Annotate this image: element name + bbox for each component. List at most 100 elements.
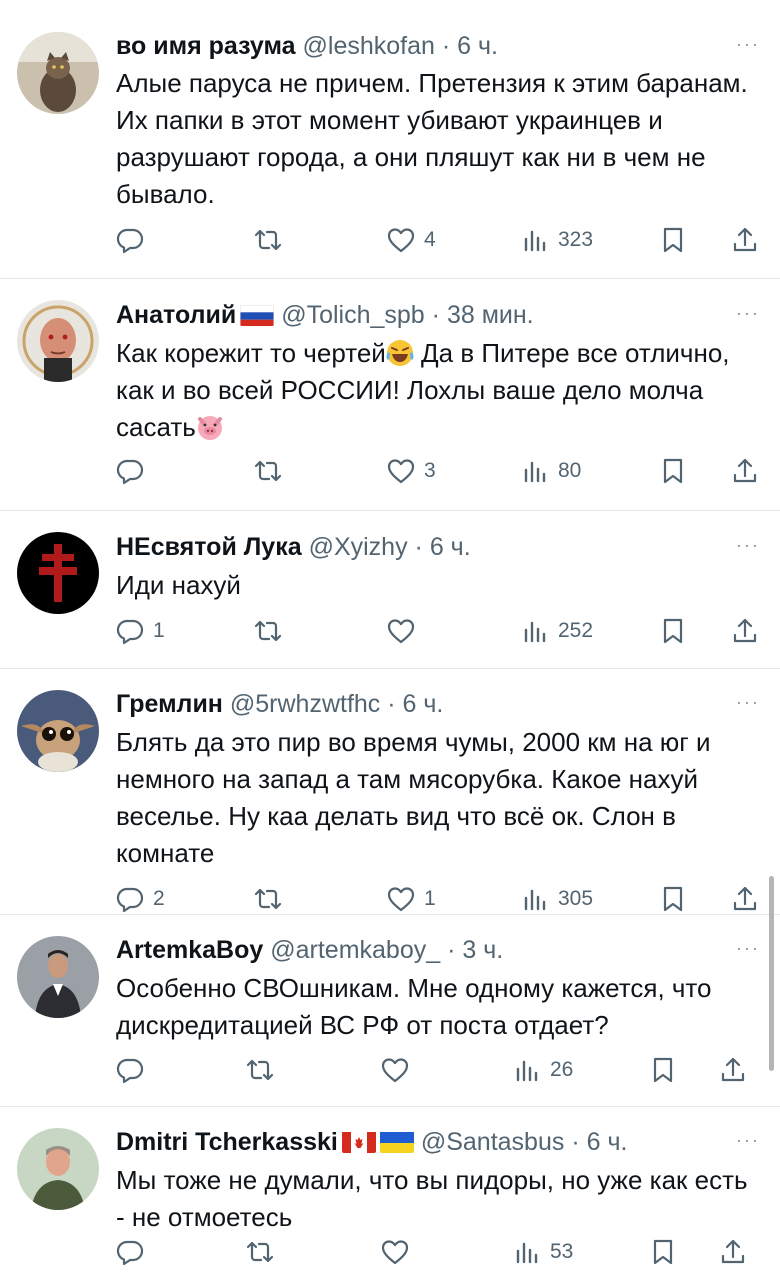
like-count: 3 bbox=[424, 459, 436, 482]
reply-icon bbox=[115, 616, 145, 646]
reply-button[interactable] bbox=[115, 1232, 153, 1272]
like-button[interactable] bbox=[386, 611, 424, 651]
russia-flag-icon bbox=[240, 304, 275, 326]
more-icon[interactable]: ··· bbox=[736, 692, 760, 713]
tweet[interactable]: Гремлин @5rwhzwtfhc · 6 ч. ··· Блять да … bbox=[0, 669, 780, 914]
like-icon bbox=[386, 225, 416, 255]
retweet-button[interactable] bbox=[245, 1232, 283, 1272]
handle[interactable]: @artemkaboy_ bbox=[270, 936, 440, 964]
timestamp[interactable]: 6 ч. bbox=[430, 533, 471, 561]
share-button[interactable] bbox=[718, 1232, 748, 1272]
handle[interactable]: @Tolich_spb bbox=[281, 301, 425, 329]
views-icon bbox=[520, 616, 550, 646]
retweet-icon bbox=[245, 1055, 275, 1085]
views-button[interactable]: 323 bbox=[520, 220, 593, 260]
share-button[interactable] bbox=[730, 611, 760, 651]
reply-button[interactable]: 1 bbox=[115, 611, 165, 651]
reply-button[interactable]: 2 bbox=[115, 879, 165, 919]
scrollbar[interactable] bbox=[769, 876, 774, 1071]
views-button[interactable]: 252 bbox=[520, 611, 593, 651]
avatar[interactable] bbox=[17, 690, 99, 772]
retweet-button[interactable] bbox=[253, 879, 291, 919]
like-button[interactable]: 3 bbox=[386, 451, 436, 491]
bookmark-button[interactable] bbox=[648, 1232, 678, 1272]
views-button[interactable]: 305 bbox=[520, 879, 593, 919]
share-button[interactable] bbox=[730, 879, 760, 919]
retweet-button[interactable] bbox=[253, 451, 291, 491]
reply-icon bbox=[115, 456, 145, 486]
tweet[interactable]: ArtemkaBoy @artemkaboy_ · 3 ч. ··· Особе… bbox=[0, 915, 780, 1106]
display-name[interactable]: ArtemkaBoy bbox=[116, 936, 263, 964]
bookmark-button[interactable] bbox=[658, 879, 688, 919]
tweet-text: Как корежит то чертей Да в Питере все от… bbox=[116, 335, 756, 446]
like-count: 1 bbox=[424, 887, 436, 910]
avatar[interactable] bbox=[17, 32, 99, 114]
retweet-button[interactable] bbox=[253, 220, 291, 260]
bookmark-button[interactable] bbox=[658, 220, 688, 260]
display-name[interactable]: Гремлин bbox=[116, 690, 223, 718]
tweet[interactable]: Анатолий @Tolich_spb · 38 мин. ··· Как к… bbox=[0, 279, 780, 510]
retweet-icon bbox=[253, 456, 283, 486]
bookmark-button[interactable] bbox=[648, 1050, 678, 1090]
avatar[interactable] bbox=[17, 300, 99, 382]
tweet-text: Иди нахуй bbox=[116, 570, 241, 600]
tweet[interactable]: НЕсвятой Лука @Xyizhy · 6 ч. ··· Иди нах… bbox=[0, 511, 780, 668]
reply-button[interactable] bbox=[115, 451, 153, 491]
views-button[interactable]: 80 bbox=[520, 451, 581, 491]
view-count: 305 bbox=[558, 887, 594, 910]
more-icon[interactable]: ··· bbox=[736, 34, 760, 55]
retweet-button[interactable] bbox=[245, 1050, 283, 1090]
timestamp[interactable]: 38 мин. bbox=[447, 301, 534, 329]
avatar[interactable] bbox=[17, 532, 99, 614]
more-icon[interactable]: ··· bbox=[736, 535, 760, 556]
avatar[interactable] bbox=[17, 936, 99, 1018]
handle[interactable]: @leshkofan bbox=[303, 32, 435, 60]
share-icon bbox=[730, 884, 760, 914]
share-button[interactable] bbox=[730, 220, 760, 260]
tweet-text-part1: Как корежит то чертей bbox=[116, 338, 386, 368]
bookmark-icon bbox=[648, 1237, 678, 1267]
like-button[interactable]: 1 bbox=[386, 879, 436, 919]
views-button[interactable]: 26 bbox=[512, 1050, 573, 1090]
like-button[interactable] bbox=[380, 1232, 418, 1272]
timestamp[interactable]: 6 ч. bbox=[457, 32, 498, 60]
handle[interactable]: @5rwhzwtfhc bbox=[230, 690, 380, 718]
like-button[interactable]: 4 bbox=[386, 220, 436, 260]
bookmark-button[interactable] bbox=[658, 451, 688, 491]
red-cross-avatar-icon bbox=[17, 532, 99, 614]
tweet[interactable]: Dmitri Tcherkasski @Santasbus · 6 ч. ···… bbox=[0, 1107, 780, 1280]
like-icon bbox=[380, 1237, 410, 1267]
tweet[interactable]: во имя разума @leshkofan · 6 ч. ··· Алые… bbox=[0, 0, 780, 278]
meta-separator: · bbox=[447, 936, 456, 964]
handle[interactable]: @Xyizhy bbox=[309, 533, 408, 561]
display-name[interactable]: во имя разума bbox=[116, 32, 296, 60]
share-icon bbox=[730, 456, 760, 486]
share-icon bbox=[730, 225, 760, 255]
display-name[interactable]: Анатолий bbox=[116, 301, 236, 329]
display-name[interactable]: Dmitri Tcherkasski bbox=[116, 1128, 338, 1156]
like-icon bbox=[380, 1055, 410, 1085]
views-button[interactable]: 53 bbox=[512, 1232, 573, 1272]
views-icon bbox=[520, 884, 550, 914]
more-icon[interactable]: ··· bbox=[736, 938, 760, 959]
retweet-button[interactable] bbox=[253, 611, 291, 651]
like-button[interactable] bbox=[380, 1050, 418, 1090]
share-button[interactable] bbox=[718, 1050, 748, 1090]
like-count: 4 bbox=[424, 228, 436, 251]
bookmark-button[interactable] bbox=[658, 611, 688, 651]
retweet-icon bbox=[253, 616, 283, 646]
view-count: 53 bbox=[550, 1240, 574, 1263]
timestamp[interactable]: 6 ч. bbox=[587, 1128, 628, 1156]
avatar[interactable] bbox=[17, 1128, 99, 1210]
reply-button[interactable] bbox=[115, 220, 153, 260]
share-icon bbox=[718, 1055, 748, 1085]
timestamp[interactable]: 6 ч. bbox=[403, 690, 444, 718]
display-name[interactable]: НЕсвятой Лука bbox=[116, 533, 302, 561]
share-button[interactable] bbox=[730, 451, 760, 491]
handle[interactable]: @Santasbus bbox=[421, 1128, 565, 1156]
more-icon[interactable]: ··· bbox=[736, 303, 760, 324]
reply-button[interactable] bbox=[115, 1050, 153, 1090]
timestamp[interactable]: 3 ч. bbox=[462, 936, 503, 964]
view-count: 80 bbox=[558, 459, 582, 482]
more-icon[interactable]: ··· bbox=[736, 1130, 760, 1151]
